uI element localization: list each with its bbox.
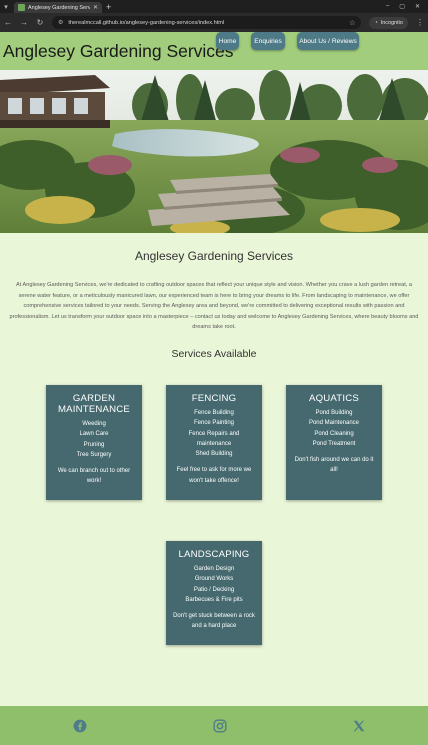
tab-close-icon[interactable]: ✕: [93, 4, 98, 11]
card-item: Fence Painting: [193, 420, 235, 427]
card-note: Don't fish around we can do it all!: [294, 457, 374, 474]
browser-tab[interactable]: Anglesey Gardening Services ✕: [14, 2, 102, 13]
card-title: GARDEN MAINTENANCE: [57, 393, 131, 415]
url-text: therealmccall.github.io/anglesey-gardeni…: [68, 19, 225, 26]
card-note: We can branch out to other work!: [57, 468, 131, 485]
nav-enquiries-button[interactable]: Enquiries: [251, 32, 285, 50]
card-item: Ground Works: [194, 576, 234, 583]
nav-about-reviews-button[interactable]: About Us / Reviews: [297, 32, 359, 50]
instagram-icon[interactable]: [213, 719, 227, 733]
card-title: AQUATICS: [309, 393, 359, 404]
card-item: Pond Building: [315, 410, 353, 416]
card-note: Don't get stuck between a rock and a har…: [173, 613, 255, 630]
incognito-label: Incognito: [380, 19, 403, 26]
facebook-icon[interactable]: [73, 719, 87, 733]
window-controls: – ▢ ✕: [386, 3, 428, 10]
card-item: Pond Maintenance: [308, 420, 360, 427]
card-item: Garden Design: [193, 566, 235, 572]
new-tab-icon[interactable]: +: [106, 2, 111, 12]
card-item: Tree Surgery: [76, 451, 112, 458]
intro-heading: Anglesey Gardening Services: [134, 249, 294, 263]
favicon-icon: [18, 4, 25, 11]
browser-toolbar: ← → ↻ ⚙ therealmccall.github.io/anglesey…: [0, 13, 428, 32]
card-title: LANDSCAPING: [178, 549, 250, 560]
x-twitter-icon[interactable]: [352, 719, 366, 733]
card-item: Patio / Decking: [193, 586, 235, 593]
card-item: Barbecues & Fire pits: [185, 596, 243, 603]
maximize-icon[interactable]: ▢: [399, 3, 405, 10]
browser-tab-bar: ▾ Anglesey Gardening Services ✕ + – ▢ ✕: [0, 0, 428, 13]
card-item: Weeding: [82, 421, 106, 427]
intro-paragraph: At Anglesey Gardening Services, we're de…: [9, 282, 419, 330]
tab-title: Anglesey Gardening Services: [28, 4, 90, 11]
minimize-icon[interactable]: –: [386, 3, 389, 10]
nav-home-button[interactable]: Home: [216, 32, 239, 50]
service-card-landscaping: LANDSCAPING Garden Design Ground Works P…: [166, 541, 262, 645]
card-item: Lawn Care: [79, 431, 109, 438]
site-header: Anglesey Gardening Services Home Enquiri…: [0, 32, 428, 70]
card-title: FENCING: [191, 393, 237, 404]
reload-icon[interactable]: ↻: [36, 18, 44, 27]
service-card-aquatics: AQUATICS Pond Building Pond Maintenance …: [286, 385, 382, 500]
bookmark-star-icon[interactable]: ☆: [349, 19, 355, 27]
incognito-icon: ◔: [374, 19, 378, 26]
site-title[interactable]: Anglesey Gardening Services: [3, 41, 234, 62]
incognito-badge[interactable]: ◔ Incognito: [369, 16, 408, 29]
address-bar[interactable]: ⚙ therealmccall.github.io/anglesey-garde…: [52, 16, 362, 29]
site-info-icon[interactable]: ⚙: [58, 19, 63, 26]
card-note: Feel free to ask for more we won't take …: [176, 467, 252, 484]
card-item: Pruning: [83, 441, 105, 448]
service-card-fencing: FENCING Fence Building Fence Painting Fe…: [166, 385, 262, 500]
card-item: Pond Cleaning: [314, 430, 354, 437]
services-heading: Services Available: [171, 348, 257, 360]
tab-search-icon[interactable]: ▾: [0, 0, 12, 13]
card-item: Pond Treatment: [312, 440, 356, 447]
site-footer: [0, 706, 428, 745]
card-item: Fence Building: [194, 410, 234, 416]
back-icon[interactable]: ←: [4, 18, 12, 27]
forward-icon[interactable]: →: [20, 18, 28, 27]
browser-menu-icon[interactable]: ⋮: [416, 18, 424, 27]
hero-garden-image: [0, 70, 428, 233]
card-item: Shed Building: [195, 451, 233, 458]
close-window-icon[interactable]: ✕: [415, 3, 420, 10]
service-card-garden-maintenance: GARDEN MAINTENANCE Weeding Lawn Care Pru…: [46, 385, 142, 500]
card-item: Fence Repairs and maintenance: [188, 430, 240, 447]
